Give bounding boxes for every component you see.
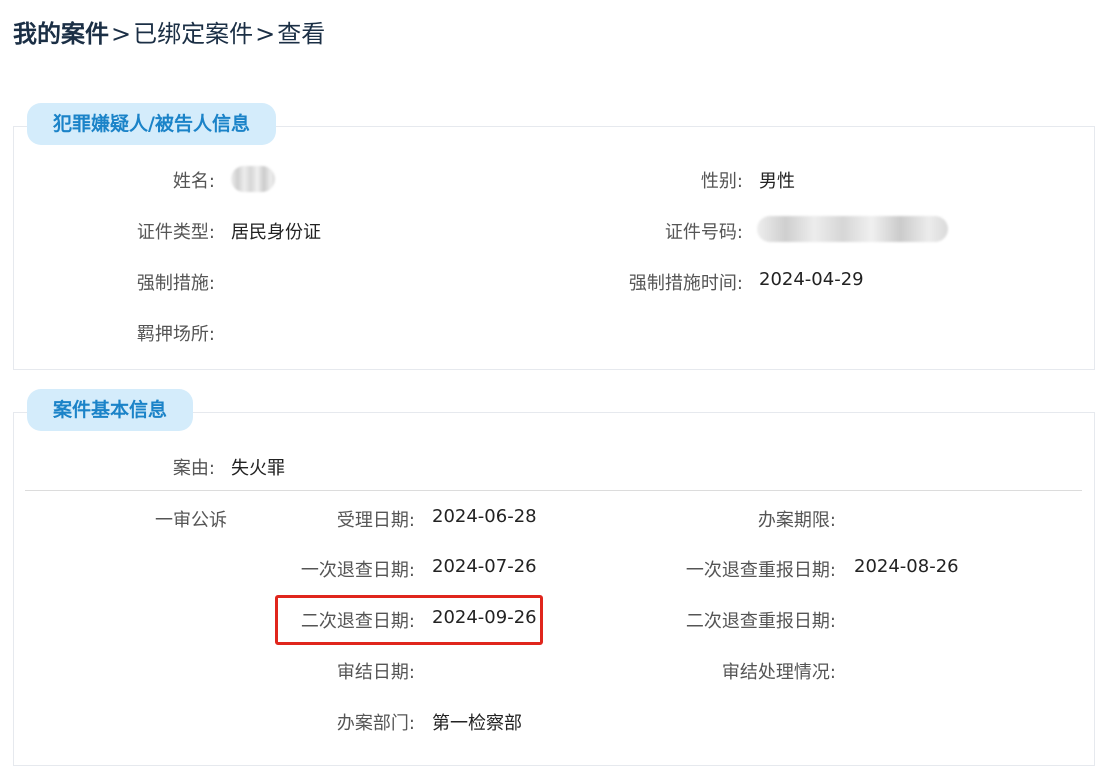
second-return-label: 二次退查日期: [300,611,415,632]
id-type-value: 居民身份证 [231,222,321,243]
id-number-label: 证件号码: [664,222,743,243]
id-number-value-redacted [757,216,948,242]
name-label: 姓名: [172,171,215,192]
accept-date-value: 2024-06-28 [432,506,537,527]
deadline-label: 办案期限: [757,510,836,531]
first-resubmit-label: 一次退查重报日期: [685,560,836,581]
first-return-value: 2024-07-26 [432,556,537,577]
case-cause-label: 案由: [172,458,215,479]
measure-label: 强制措施: [136,273,215,294]
name-value-redacted [231,166,275,192]
gender-label: 性别: [700,171,743,192]
id-type-label: 证件类型: [136,222,215,243]
detention-label: 羁押场所: [136,324,215,345]
gender-value: 男性 [759,171,795,192]
closing-status-label: 审结处理情况: [721,662,836,683]
breadcrumb: 我的案件>已绑定案件>查看 [13,14,325,49]
first-resubmit-value: 2024-08-26 [854,556,959,577]
suspect-info-tab: 犯罪嫌疑人/被告人信息 [27,103,276,145]
measure-time-value: 2024-04-29 [759,269,864,290]
second-resubmit-label: 二次退查重报日期: [685,611,836,632]
breadcrumb-separator: > [111,20,132,48]
breadcrumb-current: 查看 [277,20,326,48]
department-label: 办案部门: [336,713,415,734]
breadcrumb-my-cases[interactable]: 我的案件 [13,20,109,48]
case-stage: 一审公诉 [155,510,227,531]
second-return-value: 2024-09-26 [432,607,537,628]
case-info-tab: 案件基本信息 [27,389,194,431]
measure-time-label: 强制措施时间: [628,273,743,294]
breadcrumb-separator: > [255,20,276,48]
closing-date-label: 审结日期: [336,662,415,683]
department-value: 第一检察部 [432,713,522,734]
section-divider [25,490,1082,491]
first-return-label: 一次退查日期: [300,560,415,581]
breadcrumb-bound-cases[interactable]: 已绑定案件 [133,20,253,48]
accept-date-label: 受理日期: [336,510,415,531]
case-cause-value: 失火罪 [231,458,285,479]
